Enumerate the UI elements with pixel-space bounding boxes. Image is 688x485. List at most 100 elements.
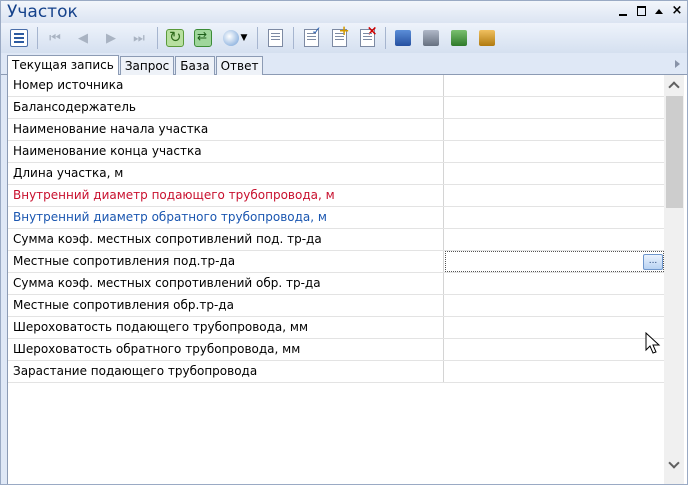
grid-row-value[interactable]	[445, 97, 664, 118]
grid-row-value[interactable]	[445, 163, 664, 184]
scroll-up-icon[interactable]	[664, 75, 684, 95]
grid-row[interactable]: Внутренний диаметр подающего трубопровод…	[8, 185, 664, 207]
tab-current-record[interactable]: Текущая запись	[7, 55, 119, 75]
grid-row-value[interactable]	[445, 317, 664, 338]
grid-row-label: Наименование конца участка	[8, 141, 444, 162]
filter-dropdown-button[interactable]: ▼	[219, 26, 251, 50]
property-grid: Номер источника Балансодержатель Наименова…	[7, 75, 687, 484]
last-record-button[interactable]: ⏭	[127, 26, 151, 50]
toolbar-separator	[157, 27, 158, 49]
refresh-icon	[166, 28, 184, 47]
prev-record-icon: ◀	[78, 30, 88, 46]
grid-row-value[interactable]	[445, 339, 664, 360]
vertical-scrollbar[interactable]	[664, 75, 684, 484]
grid-row[interactable]: Длина участка, м	[8, 163, 664, 185]
grid-row[interactable]: Внутренний диаметр обратного трубопровод…	[8, 207, 664, 229]
refresh-button[interactable]	[163, 26, 187, 50]
new-document-button[interactable]	[263, 26, 287, 50]
grid-row-value[interactable]	[445, 361, 664, 382]
grid-row-value[interactable]	[445, 185, 664, 206]
toolbar-separator	[385, 27, 386, 49]
scrollbar-thumb[interactable]	[666, 96, 683, 208]
tab-strip: Текущая запись Запрос База Ответ	[1, 53, 687, 75]
refresh-all-icon	[194, 29, 212, 47]
grid-row[interactable]: Местные сопротивления под.тр-да...	[8, 251, 664, 273]
window: Участок ⏮ ◀ ▶ ⏭ ▼ Текущая	[0, 0, 688, 485]
tab-scroll-right-icon[interactable]	[669, 56, 685, 72]
grid-row-label: Зарастание подающего трубопровода	[8, 361, 444, 382]
refresh-all-button[interactable]	[191, 26, 215, 50]
prev-record-button[interactable]: ◀	[71, 26, 95, 50]
database-save-button[interactable]	[391, 26, 415, 50]
toolbar-separator	[257, 27, 258, 49]
delete-document-icon	[359, 24, 377, 47]
ellipsis-button[interactable]: ...	[643, 254, 663, 270]
database-edit-button[interactable]	[475, 26, 499, 50]
window-controls	[617, 5, 683, 17]
grid-row-value[interactable]	[445, 295, 664, 316]
grid-row-label: Длина участка, м	[8, 163, 444, 184]
grid-row[interactable]: Наименование конца участка	[8, 141, 664, 163]
grid-row[interactable]: Шероховатость подающего трубопровода, мм	[8, 317, 664, 339]
grid-row-value[interactable]	[445, 75, 664, 96]
filter-icon	[222, 30, 239, 46]
grid-row-label: Местные сопротивления обр.тр-да	[8, 295, 444, 316]
edit-document-button[interactable]	[299, 24, 323, 50]
next-record-button[interactable]: ▶	[99, 26, 123, 50]
roll-up-icon[interactable]	[653, 5, 665, 17]
grid-row-value[interactable]	[445, 141, 664, 162]
grid-row-value[interactable]	[445, 273, 664, 294]
grid-view-button[interactable]	[7, 26, 31, 50]
grid-row-label: Сумма коэф. местных сопротивлений обр. т…	[8, 273, 444, 294]
database-export-icon	[451, 30, 467, 46]
grid-row-label: Номер источника	[8, 75, 444, 96]
grid-row-value[interactable]	[445, 229, 664, 250]
grid-row-label: Балансодержатель	[8, 97, 444, 118]
add-document-icon	[331, 24, 349, 47]
minimize-icon[interactable]	[617, 5, 629, 17]
title-bar: Участок	[1, 1, 687, 23]
grid-row-label: Шероховатость обратного трубопровода, мм	[8, 339, 444, 360]
grid-row[interactable]: Номер источника	[8, 75, 664, 97]
grid-row[interactable]: Наименование начала участка	[8, 119, 664, 141]
tab-query[interactable]: Запрос	[119, 56, 175, 75]
first-record-icon: ⏮	[49, 30, 61, 46]
dropdown-arrow-icon: ▼	[240, 33, 248, 43]
toolbar-separator	[293, 27, 294, 49]
edit-document-icon	[303, 24, 322, 47]
grid-row-value[interactable]	[445, 119, 664, 140]
grid-row-value[interactable]: ...	[445, 251, 664, 272]
database-print-icon	[423, 30, 439, 46]
tab-answer[interactable]: Ответ	[215, 56, 264, 75]
grid-row-label: Внутренний диаметр обратного трубопровод…	[8, 207, 444, 228]
database-print-button[interactable]	[419, 26, 443, 50]
database-export-button[interactable]	[447, 26, 471, 50]
grid-row-label: Местные сопротивления под.тр-да	[8, 251, 444, 272]
tabs: Текущая запись Запрос База Ответ	[7, 55, 264, 75]
grid-row-label: Внутренний диаметр подающего трубопровод…	[8, 185, 444, 206]
grid-row[interactable]: Зарастание подающего трубопровода	[8, 361, 664, 383]
database-edit-icon	[479, 30, 495, 46]
delete-document-button[interactable]	[355, 24, 379, 50]
toolbar: ⏮ ◀ ▶ ⏭ ▼	[1, 23, 687, 53]
last-record-icon: ⏭	[133, 30, 145, 46]
grid-row-label: Наименование начала участка	[8, 119, 444, 140]
scroll-down-icon[interactable]	[664, 455, 684, 475]
maximize-icon[interactable]	[635, 5, 647, 17]
window-title: Участок	[7, 2, 78, 22]
toolbar-separator	[37, 27, 38, 49]
grid-row[interactable]: Сумма коэф. местных сопротивлений обр. т…	[8, 273, 664, 295]
grid-row-label: Шероховатость подающего трубопровода, мм	[8, 317, 444, 338]
grid-row[interactable]: Балансодержатель	[8, 97, 664, 119]
grid-row[interactable]: Шероховатость обратного трубопровода, мм	[8, 339, 664, 361]
close-icon[interactable]	[671, 5, 683, 17]
first-record-button[interactable]: ⏮	[43, 26, 67, 50]
grid-view-icon	[10, 29, 28, 47]
grid-row[interactable]: Сумма коэф. местных сопротивлений под. т…	[8, 229, 664, 251]
grid-row[interactable]: Местные сопротивления обр.тр-да	[8, 295, 664, 317]
grid-row-value[interactable]	[445, 207, 664, 228]
new-document-icon	[267, 29, 283, 47]
database-save-icon	[395, 30, 411, 46]
tab-base[interactable]: База	[175, 56, 215, 75]
add-document-button[interactable]	[327, 24, 351, 50]
